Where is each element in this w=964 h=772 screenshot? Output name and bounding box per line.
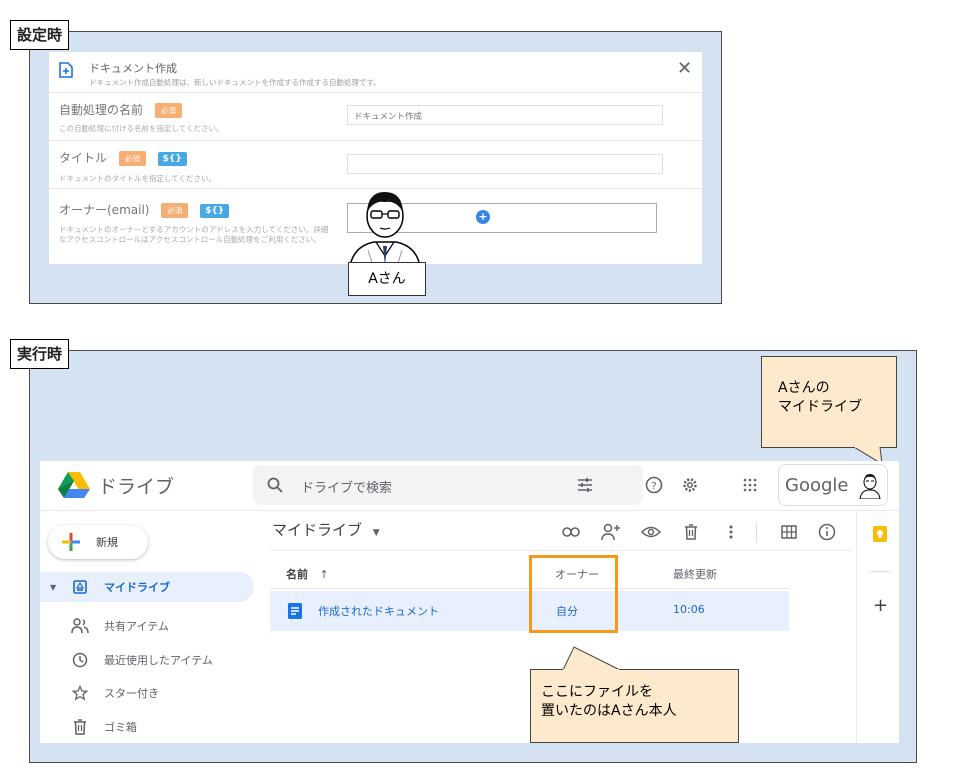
person-name-tag: Aさん xyxy=(348,262,426,296)
grid-view-icon[interactable] xyxy=(778,521,800,543)
field-description: ドキュメントのオーナーとするアカウントのアドレスを入力してください。詳細なアクセ… xyxy=(59,225,329,244)
sidebar-item-my-drive[interactable]: ▼ マイドライブ xyxy=(40,572,254,602)
my-drive-callout: Aさんの マイドライブ xyxy=(761,356,897,448)
app-name: ドライブ xyxy=(98,476,175,498)
trash-icon xyxy=(70,717,90,737)
close-icon[interactable]: ✕ xyxy=(677,60,692,78)
recent-icon xyxy=(70,650,90,670)
add-addon-icon[interactable]: + xyxy=(873,595,888,616)
google-account-button[interactable]: Google xyxy=(778,464,888,506)
column-header-name[interactable]: 名前 ↑ xyxy=(286,566,329,582)
settings-section-label: 設定時 xyxy=(10,20,70,50)
field-row-automation-name: 自動処理の名前 必須 この自動処理に付ける名前を指定してください。 ドキュメント… xyxy=(49,92,702,140)
keep-notes-icon[interactable] xyxy=(871,525,889,543)
sidebar-item-recent[interactable]: 最近使用したアイテム xyxy=(40,645,254,675)
dialog-title: ドキュメント作成 xyxy=(89,62,177,75)
add-person-icon[interactable] xyxy=(600,521,622,543)
add-circle-icon[interactable]: + xyxy=(476,210,490,224)
google-docs-icon xyxy=(288,603,302,619)
owner-callout: ここにファイルを 置いたのはAさん本人 xyxy=(530,669,739,743)
callout-top-border-right xyxy=(619,669,739,670)
side-panel-divider xyxy=(856,511,857,743)
field-label: タイトル 必須 ${} xyxy=(59,149,187,166)
runtime-section-label: 実行時 xyxy=(10,339,70,369)
main-divider xyxy=(270,550,852,551)
header-divider xyxy=(40,510,899,511)
my-drive-icon xyxy=(70,577,90,597)
field-label: オーナー(email) 必須 ${} xyxy=(59,201,230,218)
dialog-subtitle: ドキュメント作成自動処理は、新しいドキュメントを作成する作成する自動処理です。 xyxy=(89,78,381,87)
account-avatar-icon[interactable] xyxy=(857,471,883,500)
field-label: 自動処理の名前 必須 xyxy=(59,101,182,118)
search-bar[interactable]: ドライブで検索 xyxy=(253,465,643,505)
title-input[interactable] xyxy=(347,154,663,174)
svg-text:?: ? xyxy=(651,481,656,492)
required-badge: 必須 xyxy=(118,151,146,166)
document-add-icon xyxy=(59,62,73,78)
info-icon[interactable] xyxy=(816,521,838,543)
variable-badge: ${} xyxy=(200,203,230,218)
toolbar-divider xyxy=(756,523,757,543)
file-name: 作成されたドキュメント xyxy=(318,605,439,618)
variable-badge: ${} xyxy=(157,151,187,166)
google-wordmark: Google xyxy=(785,475,849,496)
sort-arrow-icon[interactable]: ↑ xyxy=(320,568,329,581)
search-options-icon[interactable] xyxy=(575,475,595,495)
required-badge: 必須 xyxy=(161,203,189,218)
preview-eye-icon[interactable] xyxy=(640,521,662,543)
link-icon[interactable] xyxy=(560,521,582,543)
field-row-title: タイトル 必須 ${} ドキュメントのタイトルを指定してください。 xyxy=(49,140,702,188)
automation-name-input[interactable]: ドキュメント作成 xyxy=(347,105,663,125)
person-avatar-icon xyxy=(340,186,430,267)
search-input[interactable]: ドライブで検索 xyxy=(301,477,392,496)
help-icon[interactable]: ? xyxy=(643,474,665,496)
drive-logo-icon[interactable] xyxy=(57,471,91,499)
shared-icon xyxy=(70,616,90,636)
dropdown-arrow-icon[interactable]: ▼ xyxy=(373,528,380,538)
callout-pointer xyxy=(562,646,621,671)
sidebar-item-trash[interactable]: ゴミ箱 xyxy=(40,712,254,742)
new-button[interactable]: 新規 xyxy=(48,525,148,559)
sidebar-item-starred[interactable]: スター付き xyxy=(40,678,254,708)
owner-highlight-box xyxy=(529,555,618,633)
callout-top-border-left xyxy=(530,669,563,670)
column-header-modified[interactable]: 最終更新 xyxy=(673,566,717,582)
delete-icon[interactable] xyxy=(680,521,702,543)
search-icon[interactable] xyxy=(265,475,285,495)
sidebar-item-shared[interactable]: 共有アイテム xyxy=(40,611,254,641)
apps-grid-icon[interactable] xyxy=(739,474,761,496)
required-badge: 必須 xyxy=(154,103,182,118)
side-panel-separator xyxy=(869,571,891,572)
new-button-label: 新規 xyxy=(96,536,118,549)
settings-gear-icon[interactable] xyxy=(679,474,701,496)
expand-arrow-icon[interactable]: ▼ xyxy=(50,583,56,592)
file-modified: 10:06 xyxy=(673,603,705,616)
field-description: ドキュメントのタイトルを指定してください。 xyxy=(59,174,217,183)
location-title[interactable]: マイドライブ ▼ xyxy=(272,519,380,540)
new-plus-icon xyxy=(60,531,82,553)
more-vert-icon[interactable] xyxy=(720,521,742,543)
google-drive-window: ドライブ ドライブで検索 ? Google 新規 ▼ マイドライブ 共有アイテム… xyxy=(40,461,899,743)
star-icon xyxy=(70,683,90,703)
field-description: この自動処理に付ける名前を指定してください。 xyxy=(59,124,224,133)
